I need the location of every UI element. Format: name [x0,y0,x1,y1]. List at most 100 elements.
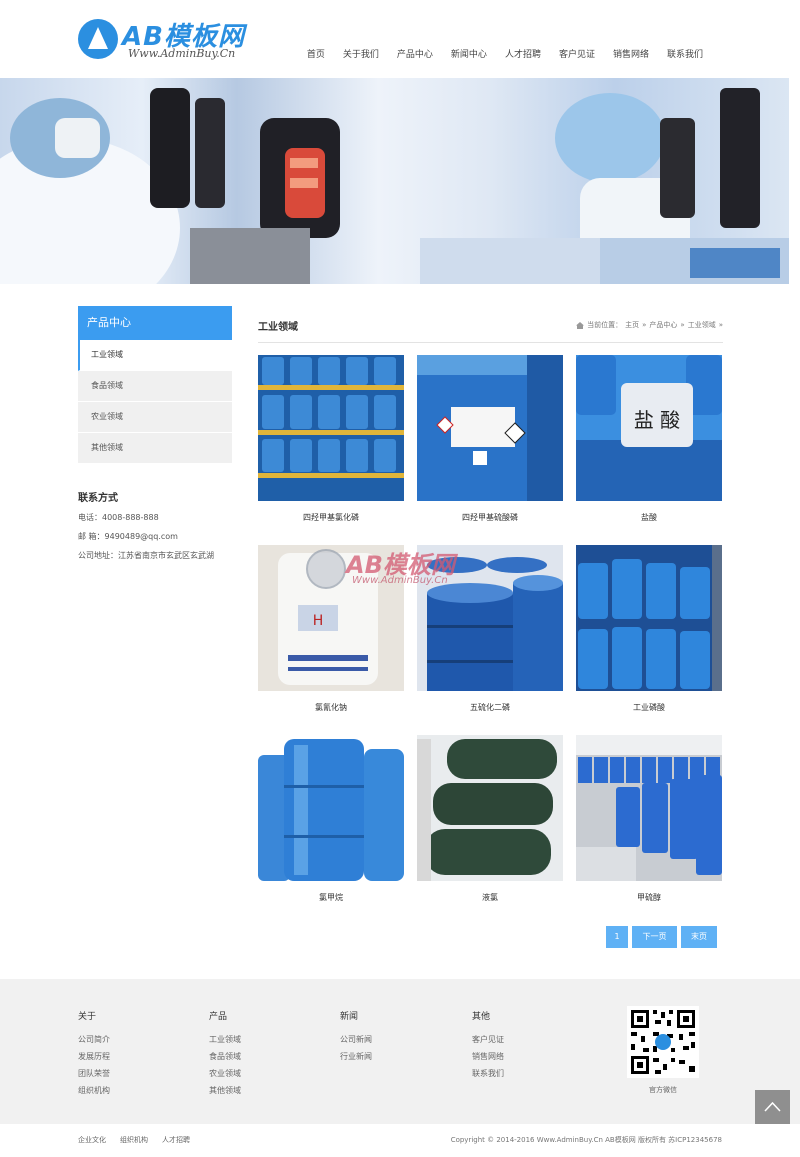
product-name[interactable]: 工业磷酸 [576,702,722,713]
watermark-a-icon [306,549,346,589]
product-image[interactable] [258,735,404,881]
product-name[interactable]: 五硫化二磷 [417,702,563,713]
product-card[interactable]: 四羟甲基硫酸磷 [417,355,563,523]
product-image[interactable] [576,545,722,691]
last-page-button[interactable]: 末页 [681,926,717,948]
breadcrumb-home[interactable]: 主页 [625,320,639,330]
sidebar-item-other[interactable]: 其他领域 [78,433,232,464]
footer-link[interactable]: 发展历程 [78,1051,110,1062]
copyright: Copyright © 2014-2016 Www.AdminBuy.Cn AB… [450,1136,722,1144]
product-card[interactable]: 四羟甲基氯化磷 [258,355,404,523]
footer-bottom-links: 企业文化 组织机构 人才招聘 [78,1135,190,1145]
sidebar-item-food[interactable]: 食品领域 [78,371,232,402]
nav-news[interactable]: 新闻中心 [442,48,496,62]
sidebar: 产品中心 工业领域 食品领域 农业领域 其他领域 联系方式 电话：4008-88… [78,306,232,561]
nav-contact[interactable]: 联系我们 [658,48,712,62]
product-name[interactable]: 四羟甲基氯化磷 [258,512,404,523]
sidebar-item-agriculture[interactable]: 农业领域 [78,402,232,433]
breadcrumb: 当前位置： 主页 » 产品中心 » 工业领域 » [576,320,723,330]
product-name[interactable]: 氯氰化钠 [258,702,404,713]
qr-code-icon [627,1006,699,1078]
contact-title: 联系方式 [78,493,118,504]
footer-col-title: 关于 [78,1012,97,1022]
footer-col-products: 产品 工业领域 食品领域 农业领域 其他领域 [209,1009,241,1102]
footer-bottom-link[interactable]: 人才招聘 [162,1135,190,1145]
footer-link[interactable]: 公司简介 [78,1034,110,1045]
footer-link[interactable]: 公司新闻 [340,1034,372,1045]
product-image[interactable]: 盐 酸 [576,355,722,501]
product-image[interactable] [258,355,404,501]
footer-col-other: 其他 客户见证 销售网络 联系我们 [472,1009,504,1085]
home-icon [576,321,585,329]
nav-testimonials[interactable]: 客户见证 [550,48,604,62]
header: AB模板网 Www.AdminBuy.Cn 首页 关于我们 产品中心 新闻中心 … [0,0,800,78]
product-card[interactable]: 甲硫醇 [576,735,722,903]
salt-acid-label: 盐 酸 [634,408,680,432]
footer-col-title: 新闻 [340,1012,359,1022]
plastic-drums-photo [258,735,404,881]
breadcrumb-label: 当前位置： [587,321,623,329]
product-name[interactable]: 盐酸 [576,512,722,523]
nav-jobs[interactable]: 人才招聘 [496,48,550,62]
product-name[interactable]: 氯甲烷 [258,892,404,903]
footer-bottom-bar: 企业文化 组织机构 人才招聘 Copyright © 2014-2016 Www… [0,1124,800,1157]
contact-phone: 电话：4008-888-888 [78,513,159,522]
footer-bottom-link[interactable]: 组织机构 [120,1135,148,1145]
product-image[interactable] [417,355,563,501]
product-image[interactable] [576,735,722,881]
breadcrumb-sep: » [642,321,647,329]
banner-image [0,78,789,284]
page-1-button[interactable]: 1 [606,926,628,948]
footer-link[interactable]: 行业新闻 [340,1051,372,1062]
nav-products[interactable]: 产品中心 [388,48,442,62]
main-content: 工业领域 当前位置： 主页 » 产品中心 » 工业领域 » 四羟甲基氯化磷 四羟… [258,312,723,902]
hydrochloric-acid-cans-photo: 盐 酸 [576,355,722,501]
product-card[interactable]: 盐 酸 盐酸 [576,355,722,523]
footer-link[interactable]: 组织机构 [78,1085,110,1096]
footer-bottom-link[interactable]: 企业文化 [78,1135,106,1145]
section-title: 工业领域 [258,322,298,333]
sidebar-item-industry[interactable]: 工业领域 [78,340,232,371]
blue-drums-rack-photo [258,355,404,501]
product-name[interactable]: 四羟甲基硫酸磷 [417,512,563,523]
contact-email: 邮 箱：9490489@qq.com [78,532,178,541]
drums-warehouse-photo [576,735,722,881]
wechat-qr-code [627,1006,699,1078]
logo-url: Www.AdminBuy.Cn [128,47,236,60]
lab-scene-illustration [0,88,789,284]
footer-link[interactable]: 联系我们 [472,1068,504,1079]
footer-link[interactable]: 其他领域 [209,1085,241,1096]
footer-link[interactable]: 工业领域 [209,1034,241,1045]
contact-address: 公司地址：江苏省南京市玄武区玄武湖 [78,551,214,560]
footer-link[interactable]: 团队荣誉 [78,1068,110,1079]
logo[interactable]: AB模板网 Www.AdminBuy.Cn [78,16,258,64]
footer-col-title: 其他 [472,1012,491,1022]
footer-link[interactable]: 销售网络 [472,1051,504,1062]
next-page-button[interactable]: 下一页 [632,926,677,948]
breadcrumb-products[interactable]: 产品中心 [649,320,677,330]
chevron-up-icon [764,1101,781,1112]
footer-col-title: 产品 [209,1012,228,1022]
nav-sales[interactable]: 销售网络 [604,48,658,62]
product-name[interactable]: 甲硫醇 [576,892,722,903]
product-card[interactable]: 液氯 [417,735,563,903]
green-cylinders-photo [417,735,563,881]
watermark: AB模板网 Www.AdminBuy.Cn [306,545,506,605]
back-to-top-button[interactable] [755,1090,790,1124]
pagination: 1 下一页 末页 [606,926,717,948]
footer-col-news: 新闻 公司新闻 行业新闻 [340,1009,372,1068]
product-card[interactable]: 工业磷酸 [576,545,722,713]
footer-link[interactable]: 农业领域 [209,1068,241,1079]
footer-link[interactable]: 客户见证 [472,1034,504,1045]
blue-cans-stack-photo [576,545,722,691]
footer-link[interactable]: 食品领域 [209,1051,241,1062]
product-name[interactable]: 液氯 [417,892,563,903]
nav-home[interactable]: 首页 [298,48,334,62]
nav-about[interactable]: 关于我们 [334,48,388,62]
section-header: 工业领域 当前位置： 主页 » 产品中心 » 工业领域 » [258,312,723,343]
footer-col-about: 关于 公司简介 发展历程 团队荣誉 组织机构 [78,1009,110,1102]
product-card[interactable]: 氯甲烷 [258,735,404,903]
breadcrumb-industry[interactable]: 工业领域 [688,320,716,330]
watermark-url: Www.AdminBuy.Cn [352,575,448,586]
product-image[interactable] [417,735,563,881]
